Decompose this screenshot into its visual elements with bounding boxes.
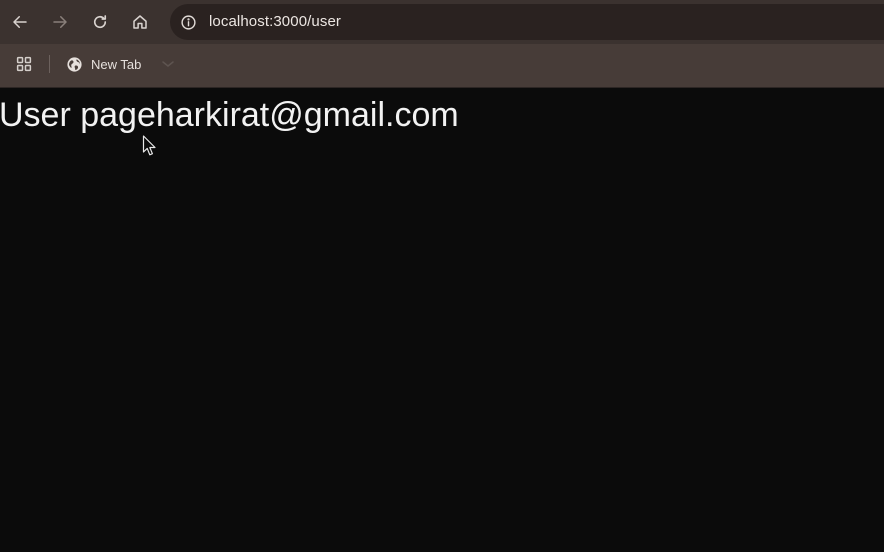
url-text[interactable]: localhost:3000/user xyxy=(209,13,341,30)
bookmark-new-tab[interactable]: New Tab xyxy=(60,50,149,78)
apps-grid-icon xyxy=(16,56,32,72)
arrow-right-icon xyxy=(53,16,67,28)
address-bar[interactable]: localhost:3000/user xyxy=(170,4,884,40)
site-info-button[interactable] xyxy=(178,12,198,32)
apps-button[interactable] xyxy=(14,54,34,74)
home-button[interactable] xyxy=(126,8,154,36)
mouse-pointer-icon xyxy=(142,135,156,156)
reload-icon xyxy=(93,15,107,29)
back-button[interactable] xyxy=(6,8,34,36)
home-icon xyxy=(133,15,147,29)
browser-window: localhost:3000/user New Tab User pagehar… xyxy=(0,0,884,552)
bookmark-label: New Tab xyxy=(91,56,142,72)
bookmarks-bar: New Tab xyxy=(0,44,884,88)
browser-toolbar: localhost:3000/user xyxy=(0,0,884,44)
arrow-left-icon xyxy=(13,16,27,28)
globe-icon xyxy=(66,56,83,73)
bookmarks-overflow-icon xyxy=(160,57,176,71)
info-circle-icon xyxy=(180,14,196,30)
page-content: User pageharkirat@gmail.com xyxy=(0,88,884,552)
bookmarks-separator xyxy=(49,55,50,73)
forward-button[interactable] xyxy=(46,8,74,36)
user-heading: User pageharkirat@gmail.com xyxy=(0,96,459,134)
reload-button[interactable] xyxy=(86,8,114,36)
